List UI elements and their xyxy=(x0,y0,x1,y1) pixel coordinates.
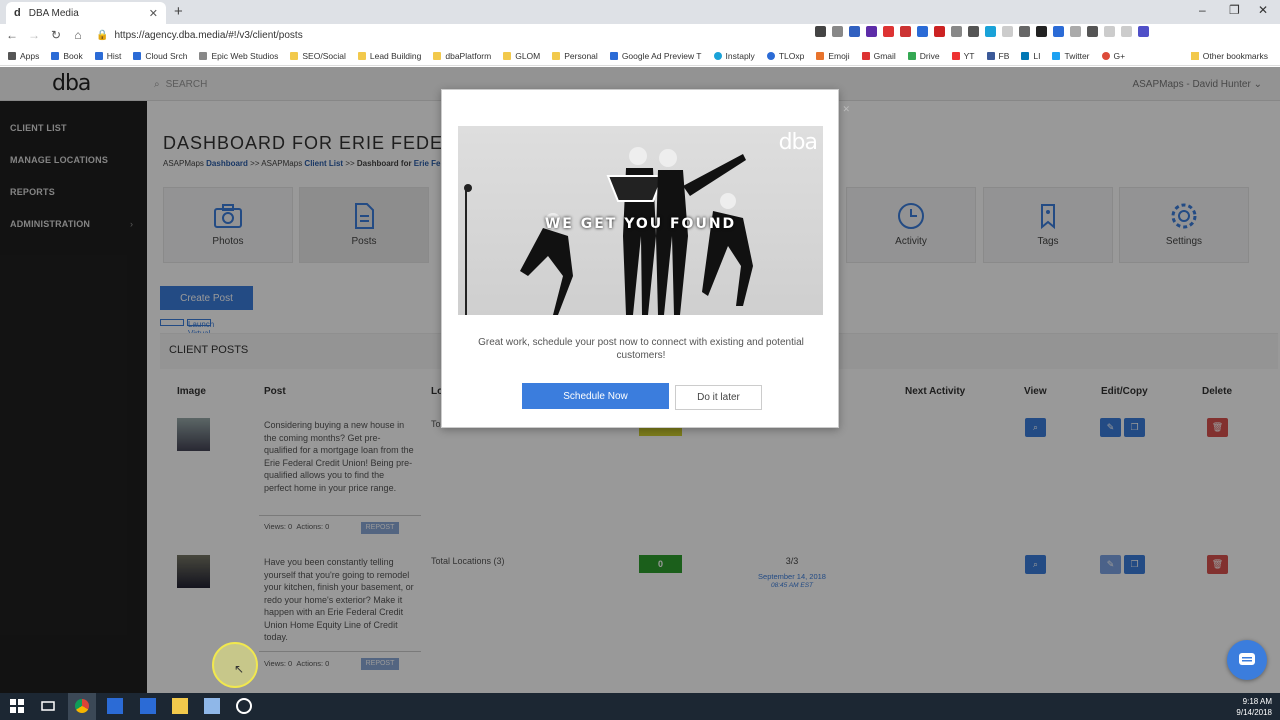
extension-icon[interactable] xyxy=(1121,26,1132,37)
bookmark-folder[interactable]: Lead Building xyxy=(357,51,421,61)
cortana-icon[interactable] xyxy=(236,698,252,714)
file-explorer-icon[interactable] xyxy=(172,698,188,714)
bookmark-item[interactable]: FB xyxy=(986,51,1009,61)
lock-icon: 🔒 xyxy=(96,29,109,41)
hero-tagline: WE GET YOU FOUND xyxy=(544,216,737,232)
bookmark-item[interactable]: TLOxp xyxy=(766,51,804,61)
bookmark-folder[interactable]: Personal xyxy=(552,51,598,61)
extension-icon[interactable] xyxy=(866,26,877,37)
bookmark-item[interactable]: Book xyxy=(51,51,83,61)
browser-tab[interactable]: d DBA Media ✕ xyxy=(6,2,166,24)
app-taskbar-icon[interactable] xyxy=(107,698,123,714)
bookmark-folder[interactable]: GLOM xyxy=(503,51,540,61)
bookmark-item[interactable]: Emoji xyxy=(816,51,850,61)
close-modal-icon[interactable]: ✕ xyxy=(842,104,850,115)
home-icon[interactable]: ⌂ xyxy=(68,28,88,42)
dba-favicon-icon: d xyxy=(14,7,21,19)
extension-icon[interactable] xyxy=(951,26,962,37)
extension-icon[interactable] xyxy=(1104,26,1115,37)
close-window-icon[interactable]: ✕ xyxy=(1258,3,1268,17)
extension-icon[interactable] xyxy=(900,26,911,37)
bookmark-item[interactable]: Instaply xyxy=(713,51,755,61)
extension-icon[interactable] xyxy=(985,26,996,37)
bookmark-item[interactable]: Gmail xyxy=(861,51,896,61)
reload-icon[interactable]: ↻ xyxy=(46,28,66,42)
address-bar[interactable]: 🔒 https://agency.dba.media/#!/v3/client/… xyxy=(96,26,856,44)
extension-icon[interactable] xyxy=(1087,26,1098,37)
extension-icon[interactable] xyxy=(1036,26,1047,37)
calendar-taskbar-icon[interactable] xyxy=(140,698,156,714)
windows-start-icon[interactable] xyxy=(9,698,25,714)
schedule-post-modal: ✕ dba WE GET YOU FOUND Great work, sched… xyxy=(441,89,850,428)
extension-icon[interactable] xyxy=(968,26,979,37)
extension-icon[interactable] xyxy=(1019,26,1030,37)
do-it-later-button[interactable]: Do it later xyxy=(675,385,762,410)
system-clock[interactable]: 9:18 AM 9/14/2018 xyxy=(1236,696,1272,718)
chrome-taskbar-button[interactable] xyxy=(68,693,96,720)
windows-taskbar: 9:18 AM 9/14/2018 xyxy=(0,693,1280,720)
back-icon[interactable]: ← xyxy=(2,28,22,42)
close-tab-icon[interactable]: ✕ xyxy=(149,7,158,20)
other-bookmarks[interactable]: Other bookmarks xyxy=(1190,51,1268,61)
star-icon[interactable] xyxy=(832,26,843,37)
mouse-pointer-icon: ↖ xyxy=(234,662,245,676)
extension-icon[interactable] xyxy=(883,26,894,37)
forward-icon[interactable]: → xyxy=(24,28,44,42)
bookmark-item[interactable]: Google Ad Preview T xyxy=(609,51,702,61)
bookmark-item[interactable]: LI xyxy=(1021,51,1040,61)
bookmark-item[interactable]: Epic Web Studios xyxy=(199,51,278,61)
extension-icon[interactable] xyxy=(917,26,928,37)
chat-icon xyxy=(1239,653,1255,665)
extension-icon[interactable] xyxy=(934,26,945,37)
hero-logo: dba xyxy=(778,130,818,155)
bookmark-item[interactable]: Apps xyxy=(8,51,39,61)
location-icon[interactable] xyxy=(815,26,826,37)
chat-button[interactable] xyxy=(1227,640,1267,680)
extension-icons xyxy=(815,26,1149,37)
task-view-icon[interactable] xyxy=(40,698,56,714)
bookmark-item[interactable]: YT xyxy=(951,51,975,61)
bookmark-item[interactable]: G+ xyxy=(1101,51,1125,61)
restore-icon[interactable]: ❐ xyxy=(1229,3,1240,17)
extension-icon[interactable] xyxy=(1053,26,1064,37)
bookmark-item[interactable]: Cloud Srch xyxy=(133,51,187,61)
bookmarks-bar: Apps Book Hist Cloud Srch Epic Web Studi… xyxy=(0,46,1280,66)
tab-title: DBA Media xyxy=(28,7,79,19)
schedule-now-button[interactable]: Schedule Now xyxy=(522,383,669,409)
new-tab-icon[interactable]: + xyxy=(174,3,183,20)
url-text: https://agency.dba.media/#!/v3/client/po… xyxy=(114,29,303,41)
bookmark-item[interactable]: Drive xyxy=(907,51,940,61)
bookmark-item[interactable]: Hist xyxy=(94,51,121,61)
extension-icon[interactable] xyxy=(1070,26,1081,37)
modal-message: Great work, schedule your post now to co… xyxy=(478,337,804,361)
bookmark-folder[interactable]: SEO/Social xyxy=(290,51,346,61)
app-taskbar-icon[interactable] xyxy=(204,698,220,714)
bookmark-item[interactable]: Twitter xyxy=(1052,51,1090,61)
hero-image: dba WE GET YOU FOUND xyxy=(458,126,823,315)
minimize-icon[interactable]: – xyxy=(1199,3,1206,17)
bookmark-folder[interactable]: dbaPlatform xyxy=(433,51,491,61)
browser-tab-strip: d DBA Media ✕ + – ❐ ✕ xyxy=(0,0,1280,24)
extension-icon[interactable] xyxy=(1138,26,1149,37)
extension-icon[interactable] xyxy=(849,26,860,37)
extension-icon[interactable] xyxy=(1002,26,1013,37)
